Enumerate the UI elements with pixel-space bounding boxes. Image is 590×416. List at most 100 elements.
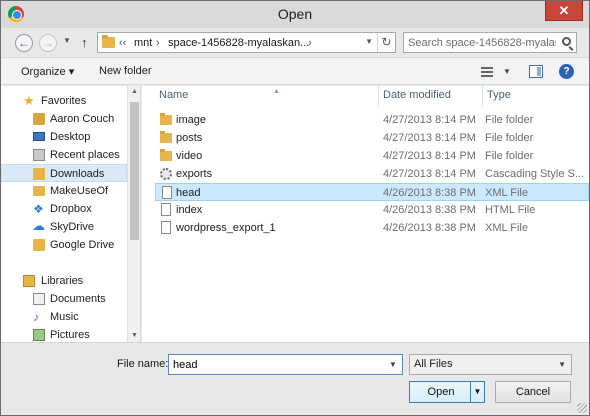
folder-icon [160, 131, 172, 143]
dialog-title: Open [277, 6, 313, 22]
breadcrumb-mnt[interactable]: mnt [134, 37, 152, 49]
file-type-select[interactable]: All Files ▼ [409, 354, 572, 375]
sidebar-item-recent-places[interactable]: Recent places [1, 146, 127, 164]
sidebar-item-label: Recent places [50, 149, 120, 161]
file-icon [161, 221, 171, 234]
sidebar-item-skydrive[interactable]: ☁ SkyDrive [1, 218, 127, 236]
music-icon: ♪ [33, 310, 39, 324]
navigation-pane: ★ Favorites Aaron Couch Desktop Recent p… [1, 86, 141, 342]
file-type-value: All Files [414, 358, 453, 370]
cloud-icon: ☁ [32, 218, 45, 233]
sidebar-item-favorites[interactable]: ★ Favorites [1, 92, 127, 110]
sidebar-item-dropbox[interactable]: ❖ Dropbox [1, 200, 127, 218]
file-type: HTML File [485, 204, 536, 216]
file-type: XML File [485, 222, 528, 234]
address-bar[interactable]: ‹‹ mnt › space-1456828-myalaskan... › ▼ … [97, 32, 396, 53]
file-date: 4/27/2013 8:14 PM [383, 150, 476, 162]
close-button[interactable]: ✕ [545, 1, 583, 21]
file-name: posts [176, 132, 203, 144]
file-icon [161, 203, 171, 216]
file-type: File folder [485, 114, 534, 126]
sidebar-item-aaron-couch[interactable]: Aaron Couch [1, 110, 127, 128]
refresh-button[interactable]: ↻ [377, 33, 395, 52]
file-list: Name ▲ Date modified Type image 4/27/201… [142, 86, 589, 342]
sidebar-item-documents[interactable]: Documents [1, 290, 127, 308]
user-folder-icon [33, 113, 45, 125]
file-row-index[interactable]: index 4/26/2013 8:38 PM HTML File [155, 201, 589, 219]
breadcrumb-space-folder[interactable]: space-1456828-myalaskan... [168, 37, 309, 49]
open-dialog: Open ✕ ← → ▼ ↑ ‹‹ mnt › space-1456828-my… [0, 0, 590, 416]
file-name: wordpress_export_1 [176, 222, 276, 234]
sidebar-item-makeuseof[interactable]: MakeUseOf [1, 182, 127, 200]
file-name-input[interactable] [168, 354, 403, 375]
file-date: 4/27/2013 8:14 PM [383, 114, 476, 126]
help-icon[interactable]: ? [559, 64, 574, 79]
file-type: File folder [485, 150, 534, 162]
search-icon[interactable] [562, 37, 571, 46]
change-view-icon[interactable] [481, 67, 493, 77]
breadcrumb-overflow[interactable]: ‹‹ [119, 37, 126, 49]
file-row-posts[interactable]: posts 4/27/2013 8:14 PM File folder [155, 129, 589, 147]
search-input[interactable] [408, 35, 556, 50]
sidebar-item-downloads[interactable]: Downloads [1, 164, 127, 182]
sidebar-item-music[interactable]: ♪ Music [1, 308, 127, 326]
new-folder-button[interactable]: New folder [99, 65, 152, 77]
download-icon [33, 168, 45, 180]
sidebar-item-label: Favorites [41, 95, 87, 107]
preview-pane-icon[interactable] [529, 65, 543, 78]
scrollbar-thumb[interactable] [130, 102, 139, 240]
file-name: image [176, 114, 206, 126]
file-row-image[interactable]: image 4/27/2013 8:14 PM File folder [155, 111, 589, 129]
file-name: head [176, 187, 201, 199]
up-button[interactable]: ↑ [81, 35, 88, 50]
breadcrumb-separator: › [156, 37, 160, 49]
column-header-name[interactable]: Name ▲ [155, 86, 379, 106]
recent-locations-dropdown-icon[interactable]: ▼ [63, 36, 71, 45]
file-row-video[interactable]: video 4/27/2013 8:14 PM File folder [155, 147, 589, 165]
open-button[interactable]: Open ▼ [409, 381, 485, 403]
file-name-dropdown-icon[interactable]: ▼ [389, 360, 397, 369]
view-options-dropdown-icon[interactable]: ▼ [503, 67, 511, 76]
sidebar-item-label: MakeUseOf [50, 185, 109, 197]
file-row-exports[interactable]: exports 4/27/2013 8:14 PM Cascading Styl… [155, 165, 589, 183]
sort-ascending-icon: ▲ [273, 88, 280, 95]
scroll-up-icon[interactable]: ▲ [131, 88, 138, 95]
cancel-button[interactable]: Cancel [495, 381, 571, 403]
sidebar-item-pictures[interactable]: Pictures [1, 326, 127, 342]
column-label: Name [159, 89, 189, 101]
scroll-down-icon[interactable]: ▼ [131, 332, 138, 339]
sidebar-scrollbar[interactable]: ▲ ▼ [127, 86, 140, 342]
libraries-icon [23, 275, 35, 287]
sidebar-item-label: Pictures [50, 329, 90, 341]
folder-icon [160, 149, 172, 161]
sidebar-item-google-drive[interactable]: Google Drive [1, 236, 127, 254]
file-name-label: File name: [117, 358, 169, 370]
file-row-head[interactable]: head 4/26/2013 8:38 PM XML File [155, 183, 589, 201]
forward-button[interactable]: → [39, 34, 57, 52]
folder-icon [160, 113, 172, 125]
file-icon [162, 186, 172, 199]
organize-button[interactable]: Organize ▾ [21, 65, 74, 78]
column-header-type[interactable]: Type [483, 86, 589, 106]
file-type: File folder [485, 132, 534, 144]
sidebar-item-label: Documents [50, 293, 106, 305]
sidebar-item-libraries[interactable]: Libraries [1, 272, 127, 290]
desktop-icon [33, 132, 45, 141]
open-options-dropdown-icon[interactable]: ▼ [470, 382, 484, 402]
search-box[interactable] [403, 32, 577, 53]
file-date: 4/27/2013 8:14 PM [383, 168, 476, 180]
resize-grip[interactable] [577, 403, 587, 413]
file-name: video [176, 150, 203, 162]
file-row-wordpress-export-1[interactable]: wordpress_export_1 4/26/2013 8:38 PM XML… [155, 219, 589, 237]
file-date: 4/26/2013 8:38 PM [383, 187, 476, 199]
back-button[interactable]: ← [15, 34, 33, 52]
command-bar: Organize ▾ New folder ▼ ? [1, 57, 589, 85]
sidebar-item-desktop[interactable]: Desktop [1, 128, 127, 146]
sidebar-item-label: Music [50, 311, 79, 323]
sidebar-item-label: SkyDrive [50, 221, 95, 233]
address-dropdown-icon[interactable]: ▼ [365, 37, 373, 46]
folder-icon [102, 35, 115, 48]
file-name: index [176, 204, 203, 216]
column-header-date-modified[interactable]: Date modified [379, 86, 483, 106]
file-type: XML File [485, 187, 528, 199]
